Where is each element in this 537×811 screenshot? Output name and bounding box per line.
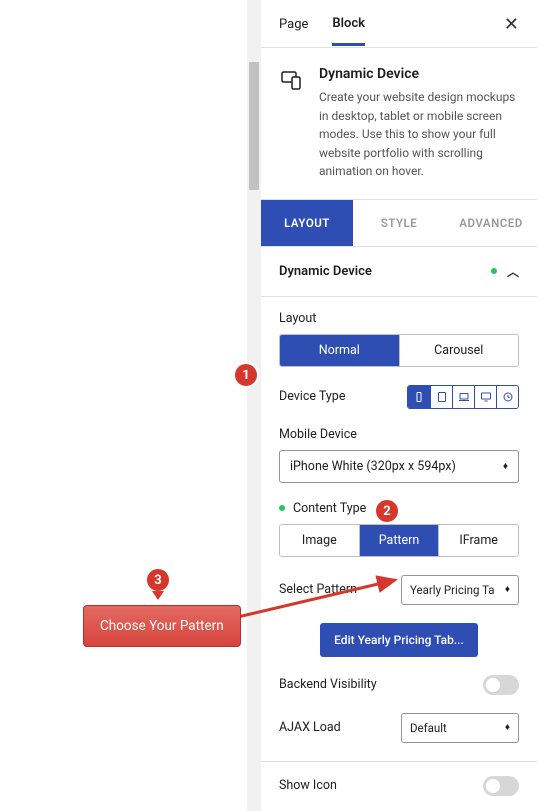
layout-carousel-button[interactable]: Carousel xyxy=(399,335,519,366)
mobile-device-control: Mobile Device iPhone White (320px x 594p… xyxy=(279,427,519,483)
status-dot-icon xyxy=(279,505,285,511)
device-icon xyxy=(279,68,307,96)
status-dot-icon xyxy=(491,268,497,274)
tab-block[interactable]: Block xyxy=(332,16,365,46)
content-iframe-button[interactable]: IFrame xyxy=(438,525,518,556)
edit-pattern-button[interactable]: Edit Yearly Pricing Tab... xyxy=(320,623,478,657)
block-info: Dynamic Device Create your website desig… xyxy=(261,48,537,199)
mobile-device-label: Mobile Device xyxy=(279,427,519,442)
close-icon[interactable]: ✕ xyxy=(504,14,519,47)
device-type-icons xyxy=(407,385,519,409)
show-icon-control: Show Icon xyxy=(279,776,519,796)
mobile-icon[interactable] xyxy=(408,386,430,408)
annotation-pin-3: 3 xyxy=(145,567,171,600)
backend-visibility-toggle[interactable] xyxy=(483,675,519,695)
scrollbar-thumb[interactable] xyxy=(249,62,259,190)
annotation-badge-2: 2 xyxy=(374,498,400,524)
canvas-scrollbar[interactable] xyxy=(247,0,261,811)
section-dynamic-device[interactable]: Dynamic Device ︿ xyxy=(261,247,537,297)
mobile-device-select[interactable]: iPhone White (320px x 594px) ♦ xyxy=(279,450,519,483)
layout-control: Layout Normal Carousel xyxy=(279,311,519,367)
divider xyxy=(261,761,537,762)
backend-visibility-control: Backend Visibility xyxy=(279,675,519,695)
laptop-icon[interactable] xyxy=(452,386,474,408)
select-arrow-icon: ♦ xyxy=(505,722,510,733)
select-arrow-icon: ♦ xyxy=(503,461,508,472)
select-pattern-control: Select Pattern Yearly Pricing Ta ♦ xyxy=(279,575,519,605)
inspector-panel: Page Block ✕ Dynamic Device Create your … xyxy=(261,0,537,811)
content-type-button-group: Image Pattern IFrame xyxy=(279,524,519,557)
content-image-button[interactable]: Image xyxy=(280,525,359,556)
block-title: Dynamic Device xyxy=(319,66,519,82)
inspector-tab-style[interactable]: STYLE xyxy=(353,200,445,246)
select-pattern-dropdown[interactable]: Yearly Pricing Ta ♦ xyxy=(401,575,519,605)
inspector-tab-layout[interactable]: LAYOUT xyxy=(261,200,353,246)
reset-icon[interactable] xyxy=(496,386,518,408)
backend-visibility-label: Backend Visibility xyxy=(279,677,377,692)
annotation-badge-3: 3 xyxy=(145,567,171,593)
block-description: Create your website design mockups in de… xyxy=(319,88,519,181)
controls-area: Layout Normal Carousel Device Type Mobil… xyxy=(261,297,537,811)
show-icon-label: Show Icon xyxy=(279,778,337,793)
select-pattern-label: Select Pattern xyxy=(279,582,357,597)
pin-tip-icon xyxy=(152,591,164,600)
device-type-label: Device Type xyxy=(279,389,345,404)
ajax-load-control: AJAX Load Default ♦ xyxy=(279,713,519,743)
device-type-control: Device Type xyxy=(279,385,519,409)
panel-tabs: Page Block ✕ xyxy=(261,0,537,48)
show-icon-toggle[interactable] xyxy=(483,776,519,796)
select-pattern-value: Yearly Pricing Ta xyxy=(410,583,495,597)
section-title: Dynamic Device xyxy=(279,264,372,279)
content-pattern-button[interactable]: Pattern xyxy=(359,525,439,556)
layout-label: Layout xyxy=(279,311,519,326)
editor-canvas xyxy=(0,0,247,811)
tab-page[interactable]: Page xyxy=(279,17,308,44)
desktop-icon[interactable] xyxy=(474,386,496,408)
layout-normal-button[interactable]: Normal xyxy=(280,335,399,366)
chevron-up-icon[interactable]: ︿ xyxy=(507,263,519,280)
select-arrow-icon: ♦ xyxy=(505,584,510,595)
layout-button-group: Normal Carousel xyxy=(279,334,519,367)
annotation-callout: Choose Your Pattern xyxy=(83,605,241,647)
tablet-icon[interactable] xyxy=(430,386,452,408)
mobile-device-value: iPhone White (320px x 594px) xyxy=(290,459,456,474)
ajax-load-value: Default xyxy=(410,721,447,735)
inspector-tabs: LAYOUT STYLE ADVANCED xyxy=(261,199,537,247)
ajax-load-select[interactable]: Default ♦ xyxy=(401,713,519,743)
inspector-tab-advanced[interactable]: ADVANCED xyxy=(445,200,537,246)
annotation-badge-1: 1 xyxy=(233,362,259,388)
edit-pattern-row: Edit Yearly Pricing Tab... xyxy=(279,623,519,657)
ajax-load-label: AJAX Load xyxy=(279,720,341,735)
